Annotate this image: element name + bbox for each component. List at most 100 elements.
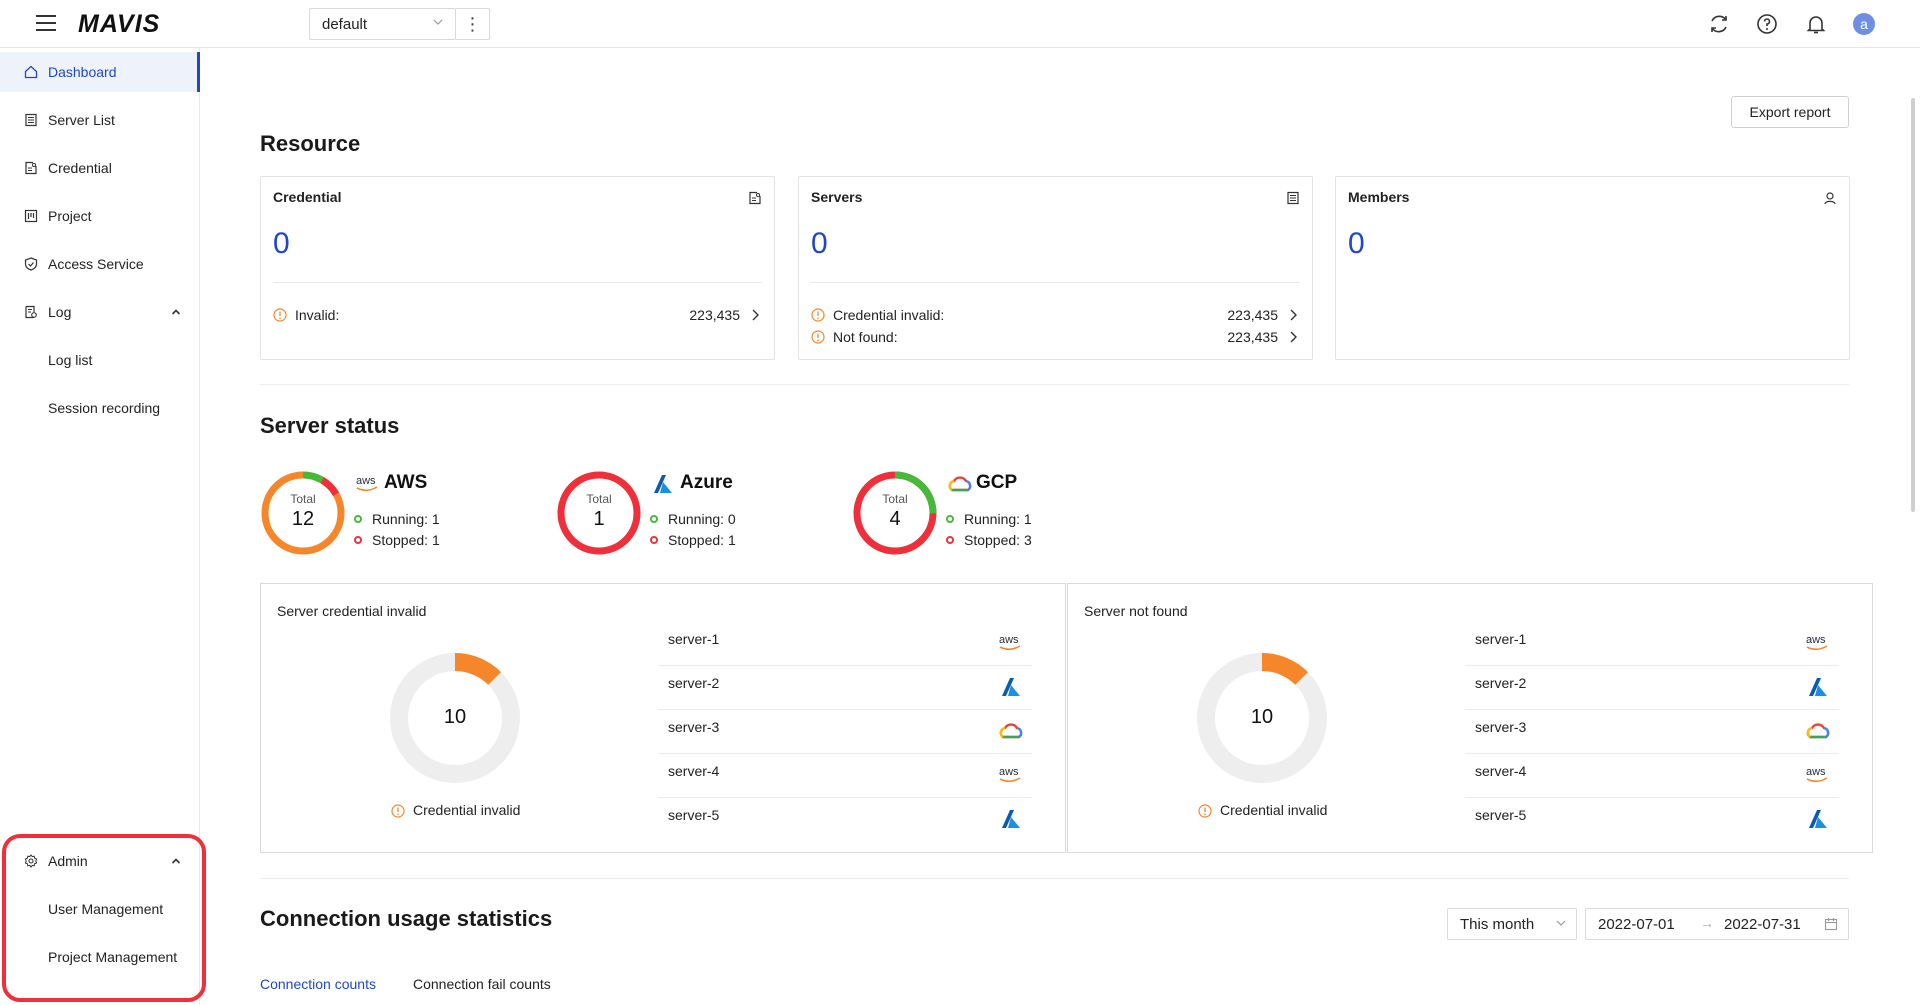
credential-card: Credential 0 Invalid: 223,435 xyxy=(260,176,775,360)
connection-usage-title: Connection usage statistics xyxy=(260,906,553,931)
running-dot xyxy=(946,515,954,523)
gcp-logo-icon xyxy=(999,723,1023,739)
chevron-down-icon xyxy=(1556,920,1566,926)
sidebar-item-credential[interactable]: Credential xyxy=(0,148,200,188)
divider xyxy=(260,384,1849,385)
row-label: Invalid: xyxy=(295,307,340,323)
invalid-row[interactable]: Invalid: 223,435 xyxy=(273,305,762,325)
server-status-title: Server status xyxy=(260,413,400,438)
help-icon[interactable] xyxy=(1755,12,1779,36)
sidebar-item-label: Log list xyxy=(48,352,93,368)
workspace-more-button[interactable]: ⋮ xyxy=(456,8,490,40)
sidebar-item-log-list[interactable]: Log list xyxy=(0,340,200,380)
date-from[interactable]: 2022-07-01 xyxy=(1598,916,1675,933)
chevron-right-icon xyxy=(1290,331,1297,343)
sidebar-item-label: Log xyxy=(48,304,72,320)
legend-label: Credential invalid xyxy=(413,802,521,818)
gcp-status[interactable]: Total 4 GCP Running: 1 Stopped: 3 xyxy=(852,470,1112,556)
list-item[interactable]: server-3 xyxy=(1465,710,1839,754)
project-icon xyxy=(24,209,38,223)
sidebar-item-label: Session recording xyxy=(48,400,161,416)
server-not-found-panel: Server not found 10 Credential invalid s… xyxy=(1067,583,1873,853)
not-found-row[interactable]: Not found: 223,435 xyxy=(811,327,1300,347)
server-name: server-1 xyxy=(1475,631,1527,647)
total-label: Total xyxy=(586,492,612,506)
chevron-right-icon xyxy=(1290,309,1297,321)
list-item[interactable]: server-2 xyxy=(1465,666,1839,710)
list-item[interactable]: server-4 aws xyxy=(658,754,1032,798)
aws-logo-icon: aws xyxy=(1806,766,1828,783)
list-item[interactable]: server-5 xyxy=(658,798,1032,842)
range-select[interactable]: This month xyxy=(1447,908,1577,940)
azure-logo-icon xyxy=(1002,678,1020,696)
servers-card: Servers 0 Credential invalid: 223,435 No… xyxy=(798,176,1313,360)
credential-icon xyxy=(749,191,761,205)
sidebar-item-session-recording[interactable]: Session recording xyxy=(0,388,200,428)
hamburger-menu-icon[interactable] xyxy=(36,15,56,31)
workspace-select[interactable]: default xyxy=(309,8,456,40)
row-label: Not found: xyxy=(833,329,898,345)
tab-connection-counts[interactable]: Connection counts xyxy=(260,976,376,992)
list-item[interactable]: server-2 xyxy=(658,666,1032,710)
card-value: 0 xyxy=(1348,227,1365,260)
sidebar-item-server-list[interactable]: Server List xyxy=(0,100,200,140)
tab-connection-fail-counts[interactable]: Connection fail counts xyxy=(413,976,551,992)
warning-icon xyxy=(811,330,825,344)
export-report-button[interactable]: Export report xyxy=(1731,96,1849,128)
server-name: server-1 xyxy=(668,631,720,647)
panel-title: Server not found xyxy=(1084,603,1188,619)
warning-icon xyxy=(273,308,287,322)
aws-logo-icon: aws xyxy=(999,634,1021,651)
sidebar-item-dashboard[interactable]: Dashboard xyxy=(0,52,200,92)
sidebar-item-label: Dashboard xyxy=(48,64,117,80)
legend-label: Credential invalid xyxy=(1220,802,1328,818)
card-title: Members xyxy=(1348,189,1410,205)
workspace-select-value: default xyxy=(322,16,368,33)
sidebar-item-project[interactable]: Project xyxy=(0,196,200,236)
refresh-icon[interactable] xyxy=(1707,12,1731,36)
sidebar-item-access-service[interactable]: Access Service xyxy=(0,244,200,284)
total-value: 1 xyxy=(593,508,605,530)
server-list: server-1 aws server-2 server-3 server-4 aw… xyxy=(658,622,1032,842)
bell-icon[interactable] xyxy=(1804,12,1828,36)
list-item[interactable]: server-1 aws xyxy=(658,622,1032,666)
server-name: server-2 xyxy=(1475,675,1527,691)
list-item[interactable]: server-5 xyxy=(1465,798,1839,842)
total-label: Total xyxy=(882,492,908,506)
row-value: 223,435 xyxy=(689,307,740,323)
list-item[interactable]: server-3 xyxy=(658,710,1032,754)
credential-icon xyxy=(25,161,37,175)
scrollbar[interactable] xyxy=(1911,98,1915,512)
row-value: 223,435 xyxy=(1227,329,1278,345)
avatar[interactable]: a xyxy=(1853,13,1875,35)
app-logo[interactable]: MAVIS xyxy=(78,10,160,39)
cloud-name: Azure xyxy=(680,472,733,493)
date-to[interactable]: 2022-07-31 xyxy=(1724,916,1801,933)
server-name: server-2 xyxy=(668,675,720,691)
cloud-name: GCP xyxy=(976,472,1018,493)
gcp-logo-icon xyxy=(948,476,972,492)
aws-status[interactable]: Total 12 aws AWS Running: 1 Stopped: 1 xyxy=(260,470,520,556)
aws-logo-icon: aws xyxy=(356,475,378,492)
running-dot xyxy=(354,515,362,523)
running-text: Running: 1 xyxy=(372,511,440,527)
stopped-dot xyxy=(354,536,362,544)
svg-text:aws: aws xyxy=(1806,766,1826,778)
server-name: server-5 xyxy=(668,807,720,823)
top-bar: MAVIS default ⋮ a xyxy=(0,0,1920,48)
range-select-value: This month xyxy=(1460,916,1535,933)
azure-logo-icon xyxy=(1002,810,1020,828)
chevron-right-icon xyxy=(752,309,759,321)
date-range-picker[interactable]: 2022-07-01 → 2022-07-31 xyxy=(1585,908,1849,940)
stopped-text: Stopped: 1 xyxy=(668,532,736,548)
list-item[interactable]: server-4 aws xyxy=(1465,754,1839,798)
credential-invalid-row[interactable]: Credential invalid: 223,435 xyxy=(811,305,1300,325)
list-item[interactable]: server-1 aws xyxy=(1465,622,1839,666)
total-value: 4 xyxy=(889,508,901,530)
sidebar-item-label: Server List xyxy=(48,112,115,128)
azure-status[interactable]: Total 1 Azure Running: 0 Stopped: 1 xyxy=(556,470,816,556)
user-icon xyxy=(1824,192,1836,205)
row-label: Credential invalid: xyxy=(833,307,945,323)
sidebar-item-log[interactable]: Log xyxy=(0,292,200,332)
arrow-right-icon: → xyxy=(1700,915,1714,931)
